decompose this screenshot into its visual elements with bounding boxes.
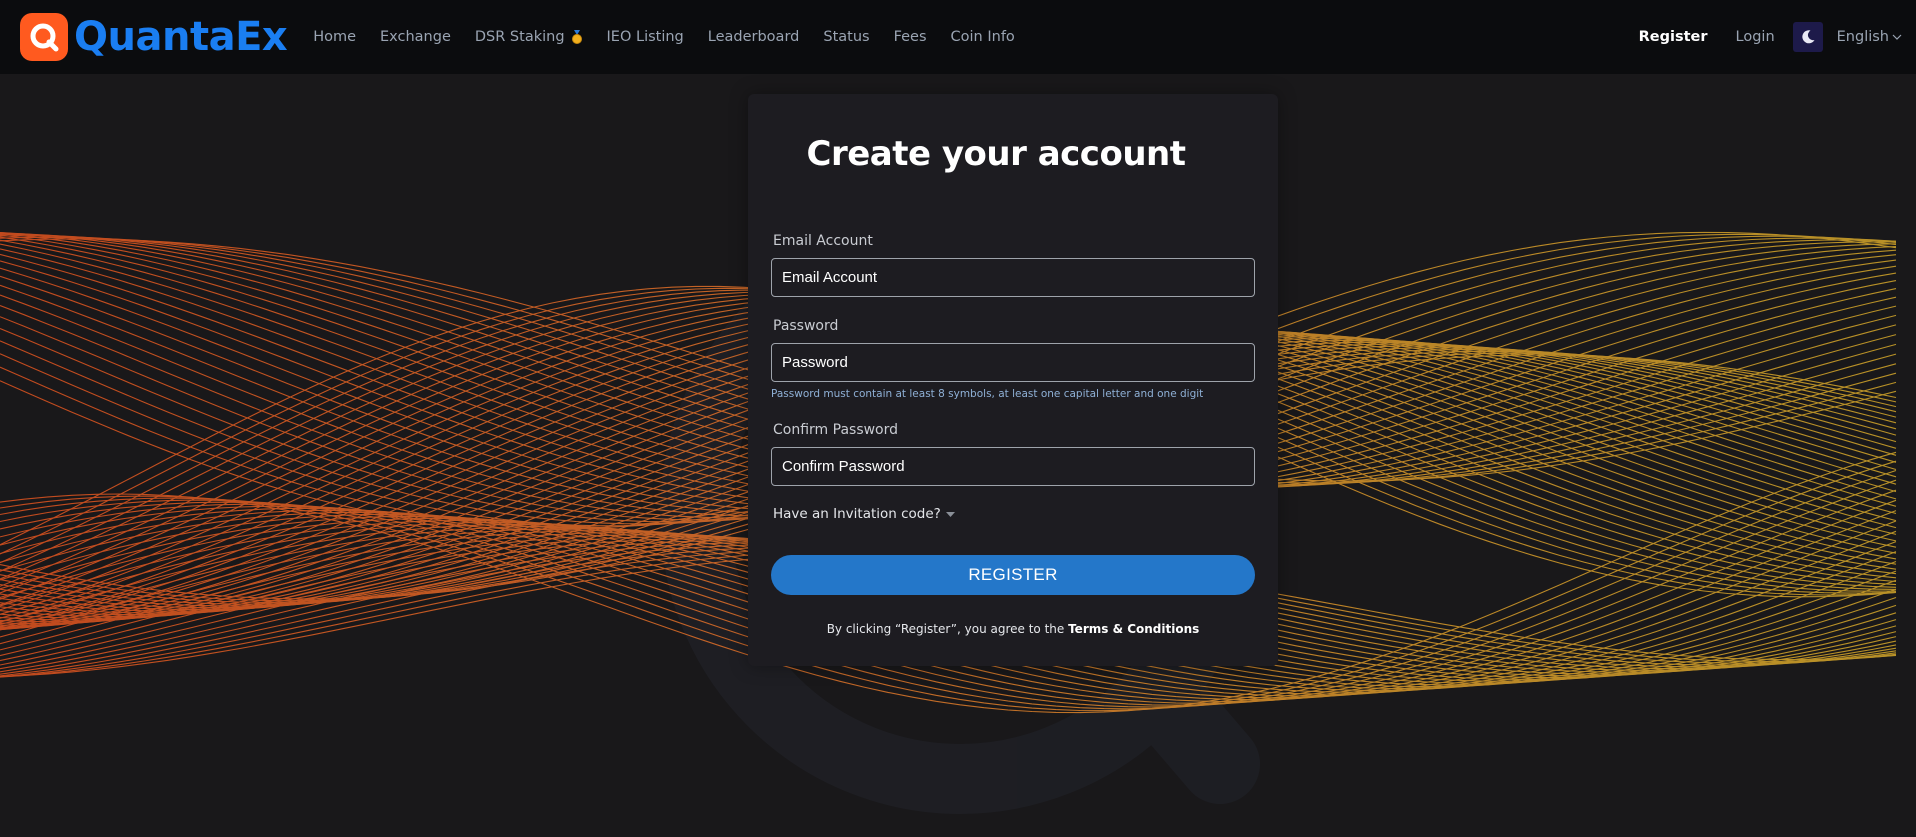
brand-logo[interactable]: QuantaEx	[20, 13, 288, 61]
theme-toggle-button[interactable]	[1792, 22, 1823, 52]
brand-name: QuantaEx	[74, 14, 288, 60]
email-label: Email Account	[773, 233, 873, 249]
caret-down-icon	[945, 511, 955, 517]
nav-dsr-staking-label: DSR Staking	[474, 29, 565, 45]
nav-links: Home Exchange DSR Staking IEO Listing Le…	[313, 29, 1039, 45]
nav-coin-info[interactable]: Coin Info	[951, 29, 1015, 45]
nav-login-link[interactable]: Login	[1736, 29, 1775, 45]
nav-fees[interactable]: Fees	[894, 29, 927, 45]
password-field[interactable]	[771, 343, 1255, 382]
nav-status[interactable]: Status	[823, 29, 869, 45]
language-label: English	[1836, 29, 1889, 45]
confirm-password-field[interactable]	[771, 447, 1255, 486]
terms-text: By clicking “Register”, you agree to the…	[748, 622, 1278, 636]
terms-prefix: By clicking “Register”, you agree to the	[826, 622, 1065, 636]
language-selector[interactable]: English	[1837, 29, 1902, 45]
confirm-password-label: Confirm Password	[773, 422, 899, 438]
moon-icon	[1801, 30, 1815, 44]
password-hint: Password must contain at least 8 symbols…	[771, 388, 1204, 400]
chevron-down-icon	[1892, 34, 1902, 40]
email-field[interactable]	[771, 258, 1255, 297]
password-label: Password	[773, 318, 839, 334]
nav-exchange[interactable]: Exchange	[380, 29, 451, 45]
register-card: Create your account Email Account Passwo…	[748, 94, 1278, 666]
logo-icon	[20, 13, 68, 61]
top-navbar: QuantaEx Home Exchange DSR Staking IEO L…	[0, 0, 1916, 74]
nav-home[interactable]: Home	[313, 29, 356, 45]
nav-leaderboard[interactable]: Leaderboard	[708, 29, 800, 45]
page-title: Create your account	[806, 134, 1186, 174]
terms-link[interactable]: Terms & Conditions	[1068, 622, 1199, 636]
medal-icon	[571, 30, 583, 44]
nav-dsr-staking[interactable]: DSR Staking	[475, 29, 583, 45]
invitation-code-label: Have an Invitation code?	[773, 506, 941, 522]
nav-register-link[interactable]: Register	[1639, 29, 1708, 45]
nav-ieo-listing[interactable]: IEO Listing	[607, 29, 684, 45]
nav-right: Register Login English	[1639, 22, 1902, 52]
register-button[interactable]: REGISTER	[771, 555, 1255, 595]
invitation-code-toggle[interactable]: Have an Invitation code?	[773, 506, 955, 522]
